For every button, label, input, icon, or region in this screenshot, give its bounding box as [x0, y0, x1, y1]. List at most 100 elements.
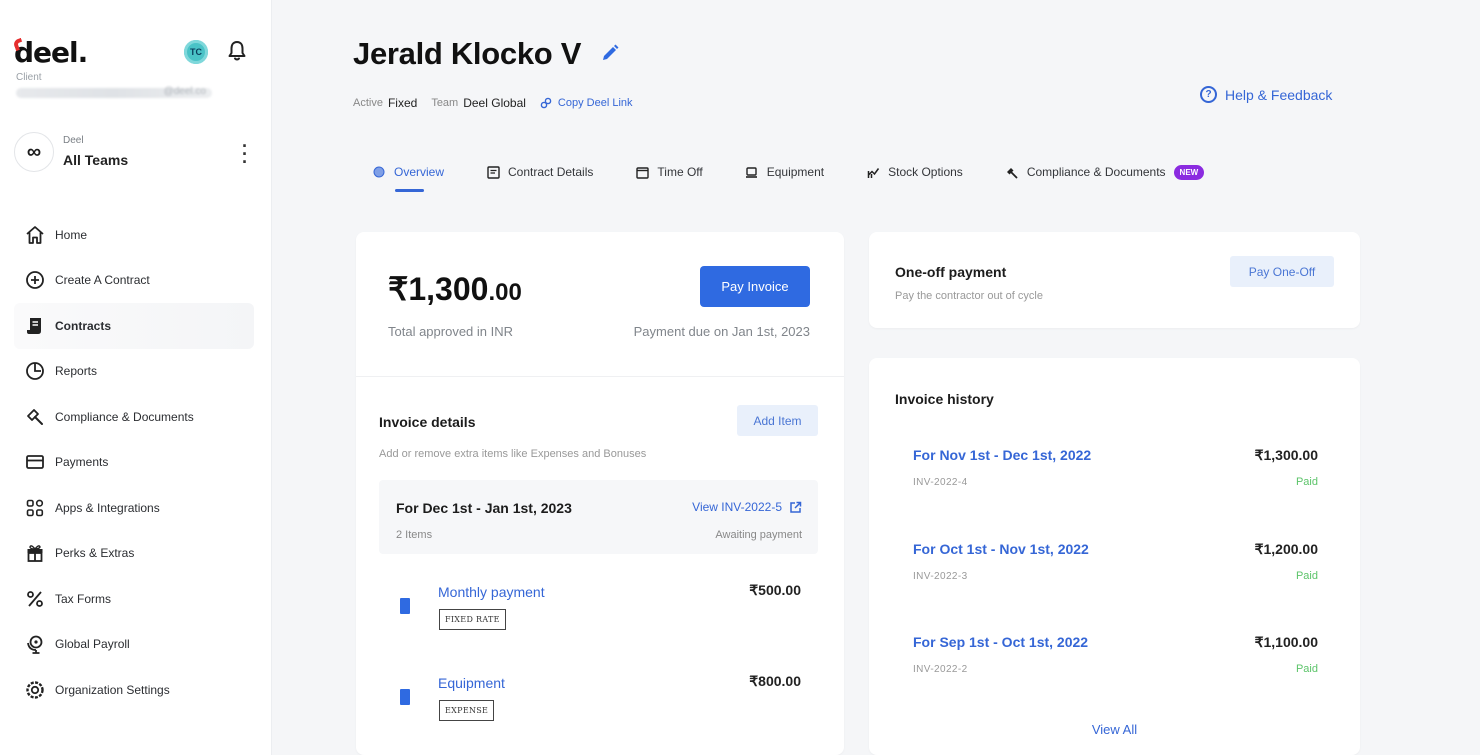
tab-label: Equipment — [766, 165, 825, 179]
view-invoice-link[interactable]: View INV-2022-5 — [692, 500, 802, 514]
history-row[interactable]: For Nov 1st - Dec 1st, 2022 INV-2022-4 ₹… — [913, 447, 1333, 507]
bell-icon[interactable] — [227, 40, 247, 62]
calendar-icon — [635, 165, 649, 179]
tab-bar: Overview Contract Details Time Off Equip… — [372, 160, 1246, 192]
percent-icon — [24, 588, 46, 610]
kebab-menu-icon[interactable]: · · · — [242, 137, 248, 171]
line-item-name[interactable]: Monthly payment — [438, 584, 545, 600]
sidebar-item-reports[interactable]: Reports — [14, 349, 254, 395]
team-value: Deel Global — [463, 96, 526, 110]
edit-pencil-icon[interactable] — [600, 43, 620, 63]
pay-one-off-button[interactable]: Pay One-Off — [1230, 256, 1334, 287]
invoice-card: ₹1,300.00 Pay Invoice Total approved in … — [356, 232, 844, 755]
sidebar-item-compliance[interactable]: Compliance & Documents — [14, 394, 254, 440]
add-item-button[interactable]: Add Item — [737, 405, 818, 436]
history-status: Paid — [1295, 663, 1318, 675]
deel-logo[interactable]: deel. — [12, 36, 88, 69]
tab-contract-details[interactable]: Contract Details — [486, 165, 593, 179]
sidebar: deel. Client @deel.co TC ∞ Deel All Team… — [0, 0, 272, 755]
total-approved-label: Total approved in INR — [388, 324, 514, 339]
sidebar-item-label: Contracts — [55, 318, 112, 333]
team-switcher[interactable]: ∞ Deel All Teams · · · — [14, 132, 254, 176]
history-period-link[interactable]: For Nov 1st - Dec 1st, 2022 — [913, 447, 1091, 463]
tab-label: Overview — [394, 165, 445, 179]
hammer-icon — [24, 406, 46, 428]
payment-status: Awaiting payment — [715, 529, 802, 541]
line-item-name[interactable]: Equipment — [438, 675, 505, 691]
sidebar-item-label: Create A Contract — [55, 273, 150, 288]
client-label: Client — [16, 72, 42, 83]
history-period-link[interactable]: For Sep 1st - Oct 1st, 2022 — [913, 634, 1088, 650]
status-label: Active — [353, 97, 383, 109]
sidebar-item-label: Global Payroll — [55, 637, 130, 652]
status-value: Fixed — [387, 96, 418, 110]
item-count: 2 Items — [396, 529, 433, 541]
sidebar-item-org-settings[interactable]: Organization Settings — [14, 667, 254, 713]
copy-deel-link[interactable]: Copy Deel Link — [558, 97, 633, 109]
history-amount: ₹1,300.00 — [1254, 447, 1318, 463]
history-row[interactable]: For Sep 1st - Oct 1st, 2022 INV-2022-2 ₹… — [913, 634, 1333, 694]
sidebar-item-label: Organization Settings — [55, 682, 170, 697]
avatar[interactable]: TC — [184, 40, 208, 64]
history-invoice-number: INV-2022-4 — [913, 477, 968, 488]
tab-stock-options[interactable]: Stock Options — [866, 165, 963, 179]
sidebar-item-home[interactable]: Home — [14, 212, 254, 258]
payment-due-label: Payment due on Jan 1st, 2023 — [633, 324, 810, 339]
tab-label: Compliance & Documents — [1026, 165, 1166, 179]
sidebar-item-label: Reports — [55, 364, 98, 379]
document-icon — [486, 165, 500, 179]
sidebar-item-global-payroll[interactable]: Global Payroll — [14, 622, 254, 668]
sidebar-item-label: Compliance & Documents — [55, 409, 194, 424]
home-icon — [24, 224, 46, 246]
line-item-tag: EXPENSE — [439, 700, 495, 721]
sidebar-item-label: Tax Forms — [55, 591, 112, 606]
line-item-tag: FIXED RATE — [439, 609, 506, 630]
history-row[interactable]: For Oct 1st - Nov 1st, 2022 INV-2022-3 ₹… — [913, 541, 1333, 601]
history-invoice-number: INV-2022-2 — [913, 664, 968, 675]
help-feedback-link[interactable]: ? Help & Feedback — [1200, 86, 1332, 103]
team-label: Team — [431, 97, 459, 109]
invoice-details-subtitle: Add or remove extra items like Expenses … — [379, 448, 647, 460]
infinity-icon: ∞ — [14, 132, 54, 172]
contract-meta: Active Fixed Team Deel Global Copy Deel … — [353, 96, 633, 110]
history-period-link[interactable]: For Oct 1st - Nov 1st, 2022 — [913, 541, 1089, 557]
sidebar-item-perks[interactable]: Perks & Extras — [14, 531, 254, 577]
external-link-icon — [789, 501, 802, 514]
one-off-subtitle: Pay the contractor out of cycle — [895, 290, 1043, 302]
sidebar-item-contracts[interactable]: Contracts — [14, 303, 254, 349]
tab-label: Stock Options — [888, 165, 963, 179]
divider — [356, 376, 844, 377]
tab-equipment[interactable]: Equipment — [745, 165, 824, 179]
one-off-title: One-off payment — [895, 264, 1007, 280]
team-org-label: Deel — [63, 135, 84, 146]
sidebar-item-tax-forms[interactable]: Tax Forms — [14, 576, 254, 622]
settings-icon — [24, 679, 46, 701]
sidebar-item-apps[interactable]: Apps & Integrations — [14, 485, 254, 531]
line-item-amount: ₹800.00 — [749, 673, 801, 689]
clock-icon — [24, 360, 46, 382]
card-icon — [24, 451, 46, 473]
globe-pin-icon — [24, 633, 46, 655]
tab-compliance[interactable]: Compliance & Documents NEW — [1005, 164, 1205, 180]
view-all-link[interactable]: View All — [869, 722, 1360, 737]
apps-icon — [24, 497, 46, 519]
hammer-icon — [1005, 165, 1019, 179]
sidebar-item-create-contract[interactable]: Create A Contract — [14, 258, 254, 304]
invoice-line-item[interactable]: Monthly payment FIXED RATE ₹500.00 — [379, 572, 818, 652]
history-amount: ₹1,100.00 — [1254, 634, 1318, 650]
gift-icon — [24, 542, 46, 564]
invoice-total-amount: ₹1,300.00 — [388, 270, 522, 308]
line-item-marker-icon — [400, 598, 410, 614]
link-icon[interactable] — [540, 97, 552, 109]
invoice-history-card: Invoice history For Nov 1st - Dec 1st, 2… — [869, 358, 1360, 755]
tab-label: Contract Details — [508, 165, 594, 179]
sidebar-item-label: Home — [55, 227, 88, 242]
invoice-line-item[interactable]: Equipment EXPENSE ₹800.00 — [379, 663, 818, 743]
amount-decimal: .00 — [488, 279, 522, 306]
pay-invoice-button[interactable]: Pay Invoice — [700, 266, 810, 307]
tab-time-off[interactable]: Time Off — [635, 165, 703, 179]
sidebar-item-payments[interactable]: Payments — [14, 440, 254, 486]
invoice-details-title: Invoice details — [379, 414, 476, 430]
blurred-email: @deel.co — [16, 86, 212, 98]
tab-overview[interactable]: Overview — [372, 165, 445, 192]
